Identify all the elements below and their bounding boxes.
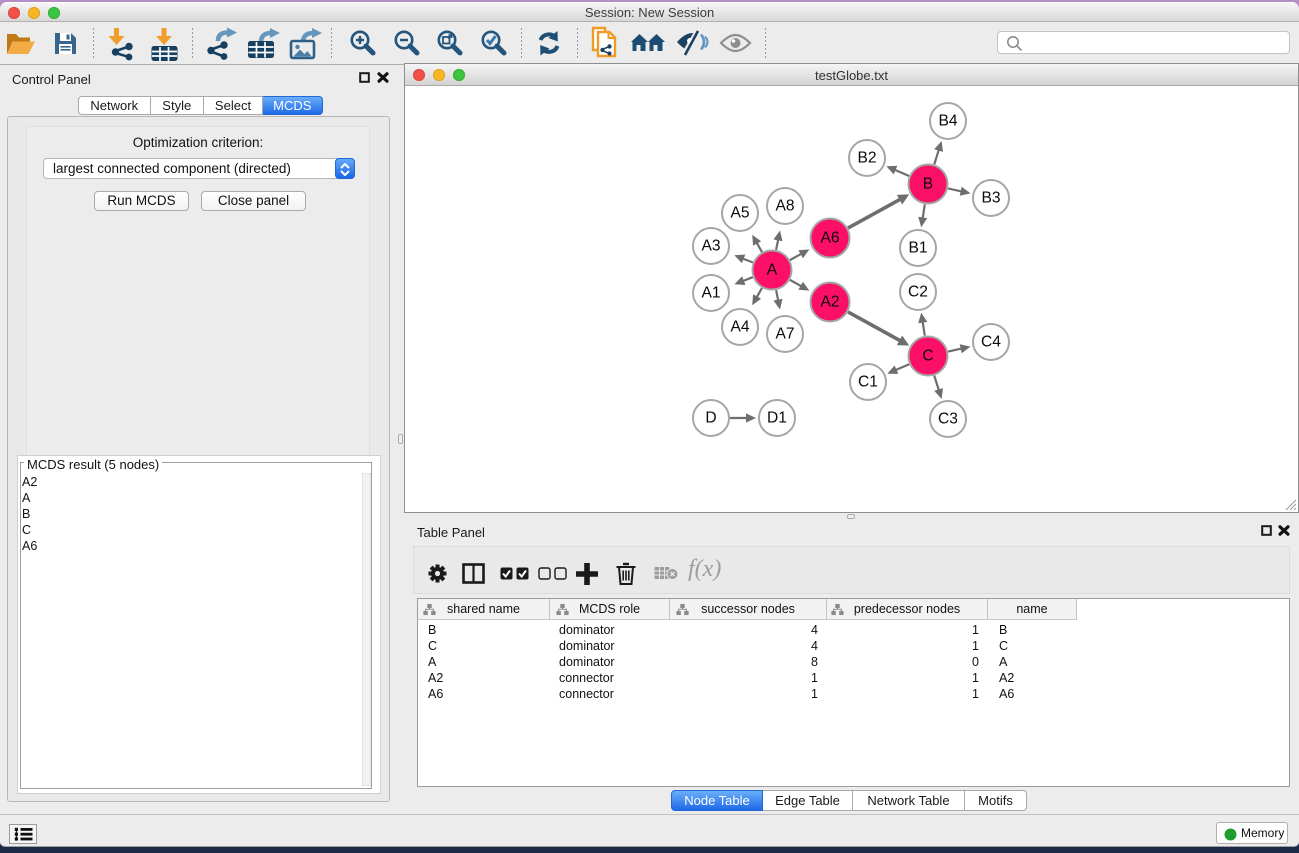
svg-text:A6: A6 xyxy=(820,230,839,247)
svg-text:B1: B1 xyxy=(908,240,927,257)
svg-text:C4: C4 xyxy=(981,334,1001,351)
svg-text:B4: B4 xyxy=(938,113,957,130)
svg-text:C1: C1 xyxy=(858,374,878,391)
svg-text:B2: B2 xyxy=(857,150,876,167)
svg-text:A7: A7 xyxy=(775,326,794,343)
svg-text:A5: A5 xyxy=(730,205,749,222)
svg-text:C2: C2 xyxy=(908,284,928,301)
svg-text:C: C xyxy=(922,348,933,365)
svg-text:D: D xyxy=(705,410,716,427)
svg-text:A4: A4 xyxy=(730,319,749,336)
svg-text:D1: D1 xyxy=(767,410,787,427)
svg-text:A: A xyxy=(767,262,778,279)
svg-text:B: B xyxy=(923,176,933,193)
svg-text:A8: A8 xyxy=(775,198,794,215)
svg-text:C3: C3 xyxy=(938,411,958,428)
svg-text:A1: A1 xyxy=(701,285,720,302)
svg-text:A3: A3 xyxy=(701,238,720,255)
svg-text:B3: B3 xyxy=(981,190,1000,207)
svg-text:A2: A2 xyxy=(820,294,839,311)
